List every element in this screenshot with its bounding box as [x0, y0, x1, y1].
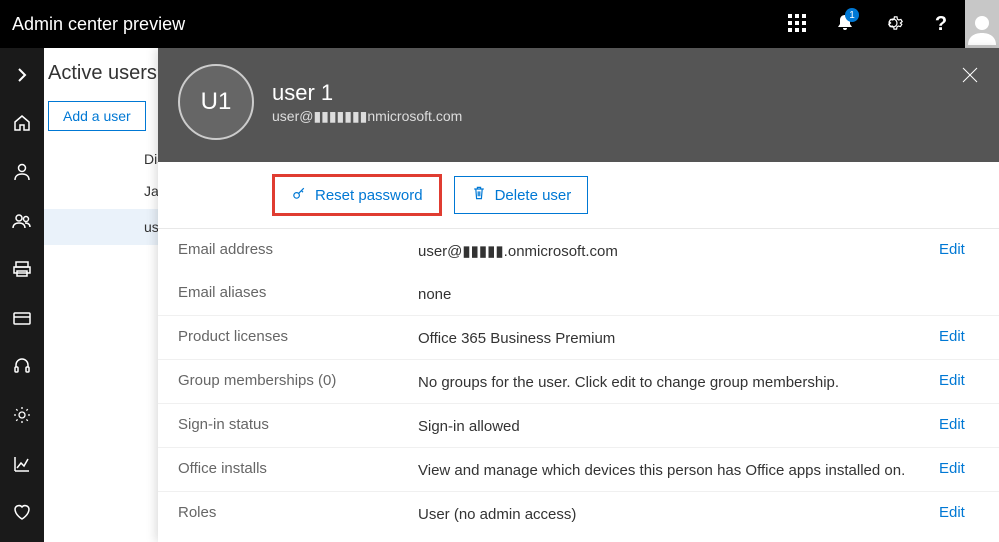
detail-label: Email aliases: [178, 282, 418, 301]
nav-support[interactable]: [0, 348, 44, 389]
help-icon: ?: [935, 13, 947, 36]
user-initials: U1: [201, 88, 232, 116]
headset-icon: [12, 356, 32, 379]
chevron-right-icon: [12, 65, 32, 88]
app-launcher-icon: [787, 13, 807, 36]
health-icon: [12, 502, 32, 525]
top-bar: Admin center preview 1 ?: [0, 0, 999, 48]
detail-label: Product licenses: [178, 326, 418, 345]
edit-spacer: [939, 282, 979, 284]
add-user-button[interactable]: Add a user: [48, 101, 146, 131]
detail-value: user@▮▮▮▮▮.onmicrosoft.com: [418, 239, 939, 262]
help-button[interactable]: ?: [917, 0, 965, 48]
person-icon: [12, 162, 32, 185]
detail-row-email: Email address user@▮▮▮▮▮.onmicrosoft.com…: [158, 229, 999, 272]
detail-row-aliases: Email aliases none: [158, 272, 999, 315]
edit-link[interactable]: Edit: [939, 239, 979, 258]
user-detail-list: Email address user@▮▮▮▮▮.onmicrosoft.com…: [158, 229, 999, 542]
flyout-header: U1 user 1 user@▮▮▮▮▮▮▮nmicrosoft.com: [158, 48, 999, 162]
notifications-button[interactable]: 1: [821, 0, 869, 48]
delete-user-label: Delete user: [495, 187, 572, 204]
detail-row-roles: Roles User (no admin access) Edit: [158, 491, 999, 535]
edit-link[interactable]: Edit: [939, 326, 979, 345]
close-flyout-button[interactable]: [961, 66, 979, 87]
chart-icon: [12, 454, 32, 477]
nav-resources[interactable]: [0, 250, 44, 291]
nav-reports[interactable]: [0, 445, 44, 486]
app-launcher-button[interactable]: [773, 0, 821, 48]
flyout-user-email: user@▮▮▮▮▮▮▮nmicrosoft.com: [272, 108, 462, 125]
account-button[interactable]: [965, 0, 999, 48]
nav-health[interactable]: [0, 493, 44, 534]
user-initials-avatar: U1: [178, 64, 254, 140]
nav-home[interactable]: [0, 105, 44, 146]
people-icon: [12, 211, 32, 234]
user-flyout-panel: U1 user 1 user@▮▮▮▮▮▮▮nmicrosoft.com Res…: [158, 48, 999, 542]
detail-row-signin: Sign-in status Sign-in allowed Edit: [158, 403, 999, 447]
nav-settings[interactable]: [0, 396, 44, 437]
edit-link[interactable]: Edit: [939, 370, 979, 389]
detail-row-office-installs: Office installs View and manage which de…: [158, 447, 999, 491]
card-icon: [12, 308, 32, 331]
notification-badge: 1: [845, 8, 859, 22]
app-title: Admin center preview: [12, 14, 773, 35]
detail-row-licenses: Product licenses Office 365 Business Pre…: [158, 315, 999, 359]
detail-value: Sign-in allowed: [418, 414, 939, 437]
flyout-user-name: user 1: [272, 80, 462, 106]
home-icon: [12, 113, 32, 136]
add-user-label: Add a user: [63, 108, 131, 124]
avatar-icon: [965, 11, 999, 48]
detail-value: View and manage which devices this perso…: [418, 458, 939, 481]
gear-icon: [12, 405, 32, 428]
trash-icon: [471, 185, 487, 205]
detail-value: Office 365 Business Premium: [418, 326, 939, 349]
printer-icon: [12, 259, 32, 282]
delete-user-button[interactable]: Delete user: [454, 176, 589, 214]
edit-link[interactable]: Edit: [939, 414, 979, 433]
detail-value: User (no admin access): [418, 502, 939, 525]
close-icon: [961, 71, 979, 87]
edit-link[interactable]: Edit: [939, 502, 979, 521]
detail-label: Office installs: [178, 458, 418, 477]
flyout-actions: Reset password Delete user: [158, 162, 999, 229]
edit-link[interactable]: Edit: [939, 458, 979, 477]
reset-password-label: Reset password: [315, 187, 423, 204]
nav-expand-button[interactable]: [0, 56, 44, 97]
gear-icon: [883, 13, 903, 36]
reset-password-button[interactable]: Reset password: [274, 176, 440, 214]
settings-button[interactable]: [869, 0, 917, 48]
detail-label: Sign-in status: [178, 414, 418, 433]
detail-row-groups: Group memberships (0) No groups for the …: [158, 359, 999, 403]
detail-value: none: [418, 282, 939, 305]
left-nav: [0, 48, 44, 542]
nav-groups[interactable]: [0, 202, 44, 243]
nav-users[interactable]: [0, 153, 44, 194]
detail-value: No groups for the user. Click edit to ch…: [418, 370, 939, 393]
nav-billing[interactable]: [0, 299, 44, 340]
detail-label: Group memberships (0): [178, 370, 418, 389]
detail-label: Email address: [178, 239, 418, 258]
key-icon: [291, 185, 307, 205]
detail-label: Roles: [178, 502, 418, 521]
